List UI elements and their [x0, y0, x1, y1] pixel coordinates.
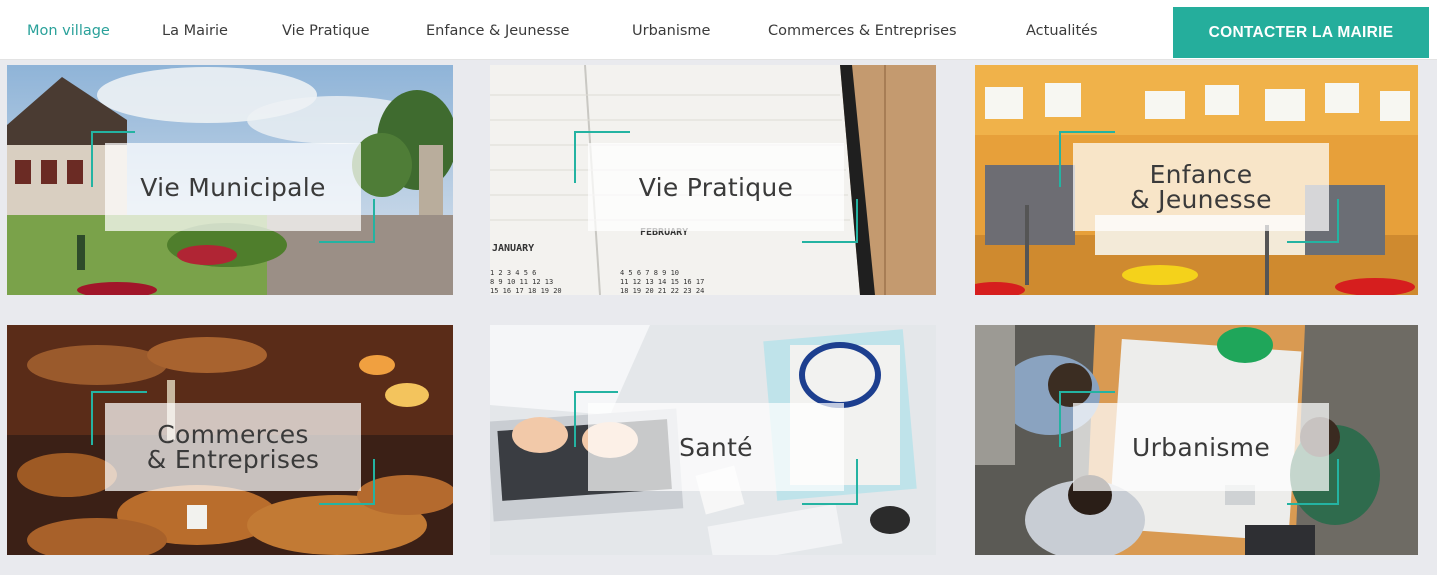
svg-text:11 12 13 14 15 16 17: 11 12 13 14 15 16 17 — [620, 278, 704, 286]
category-tile-grid: Vie Municipale 4 5 6 7 8 9 10 11 12 13 1… — [0, 60, 1437, 575]
corner-bracket-bottom-right — [1287, 459, 1339, 505]
calendar-month-january: JANUARY — [492, 243, 535, 254]
corner-bracket-top-left — [574, 131, 630, 183]
tile-sante[interactable]: Santé — [490, 325, 936, 555]
corner-bracket-bottom-right — [802, 459, 858, 505]
tile-vie-pratique[interactable]: 4 5 6 7 8 9 10 11 12 13 14 15 16 17 18 1… — [490, 65, 936, 295]
nav-item-actualites[interactable]: Actualités — [1026, 0, 1098, 60]
nav-item-urbanisme[interactable]: Urbanisme — [632, 0, 710, 60]
nav-item-vie-pratique[interactable]: Vie Pratique — [282, 0, 370, 60]
corner-bracket-bottom-right — [1287, 199, 1339, 243]
tile-urbanisme[interactable]: Urbanisme — [975, 325, 1418, 555]
nav-item-mon-village[interactable]: Mon village — [27, 0, 110, 60]
corner-bracket-top-left — [574, 391, 618, 447]
nav-item-la-mairie[interactable]: La Mairie — [162, 0, 228, 60]
tile-commerces-entreprises[interactable]: Commerces & Entreprises — [7, 325, 453, 555]
corner-bracket-bottom-right — [319, 459, 375, 505]
contact-mairie-button[interactable]: CONTACTER LA MAIRIE — [1173, 7, 1429, 58]
tile-vie-municipale[interactable]: Vie Municipale — [7, 65, 453, 295]
page: Mon village La Mairie Vie Pratique Enfan… — [0, 0, 1437, 575]
corner-bracket-top-left — [1059, 131, 1115, 187]
svg-text:15 16 17 18 19 20: 15 16 17 18 19 20 — [490, 287, 562, 295]
svg-text:18 19 20 21 22 23 24: 18 19 20 21 22 23 24 — [620, 287, 704, 295]
svg-text:1 2 3 4 5 6: 1 2 3 4 5 6 — [490, 269, 536, 277]
corner-bracket-bottom-right — [802, 199, 858, 243]
nav-item-enfance-jeunesse[interactable]: Enfance & Jeunesse — [426, 0, 569, 60]
corner-bracket-top-left — [91, 391, 147, 445]
main-navigation: Mon village La Mairie Vie Pratique Enfan… — [0, 0, 1437, 60]
tile-enfance-jeunesse[interactable]: Enfance & Jeunesse — [975, 65, 1418, 295]
corner-bracket-top-left — [91, 131, 135, 187]
svg-text:8 9 10 11 12 13: 8 9 10 11 12 13 — [490, 278, 553, 286]
svg-text:4 5 6 7 8 9 10: 4 5 6 7 8 9 10 — [620, 269, 679, 277]
corner-bracket-bottom-right — [319, 199, 375, 243]
nav-item-commerces-entreprises[interactable]: Commerces & Entreprises — [768, 0, 957, 60]
corner-bracket-top-left — [1059, 391, 1115, 447]
